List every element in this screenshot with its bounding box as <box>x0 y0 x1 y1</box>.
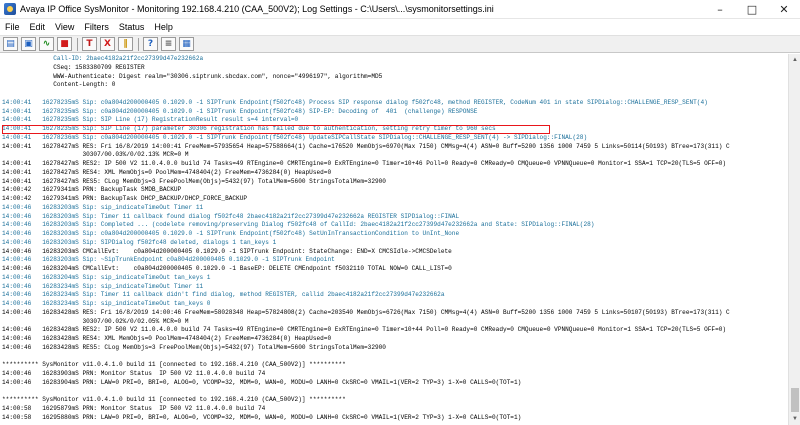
log-line: 14:00:46 16283903mS PRN: Monitor Status … <box>2 370 266 377</box>
save-icon[interactable]: ▣ <box>21 37 36 51</box>
log-line: CSeq: 1583380709 REGISTER <box>2 63 145 71</box>
log-line: 14:00:46 16283203mS Sip: Completed ... (… <box>2 221 595 229</box>
window-controls: – □ ✕ <box>704 0 800 19</box>
log-line: 30307/00.03%/0/02.13% MCR=0 M <box>2 151 189 159</box>
log-line: 14:00:46 16283203mS Sip: c0a804d20000040… <box>2 230 460 237</box>
log-line: 14:00:42 16279341mS PRN: BackupTask DHCP… <box>2 195 248 202</box>
window-title: Avaya IP Office SysMonitor - Monitoring … <box>20 4 494 14</box>
log-line: 14:00:46 16283428mS RES: Fri 16/8/2019 1… <box>2 308 730 316</box>
menu-filters[interactable]: Filters <box>79 22 114 32</box>
menu-help[interactable]: Help <box>149 22 178 32</box>
maximize-button[interactable]: □ <box>736 0 768 19</box>
log-line: 14:00:41 16278236mS Sip: c0a804d20000040… <box>2 133 588 141</box>
title-bar: Avaya IP Office SysMonitor - Monitoring … <box>0 0 800 19</box>
log-line: 14:00:41 16278235mS Sip: c0a804d20000040… <box>2 107 478 115</box>
close-button[interactable]: ✕ <box>768 0 800 19</box>
scroll-up-arrow-icon[interactable]: ▲ <box>789 54 800 66</box>
log-line: 14:00:46 16283203mS Sip: SIPDialog f502f… <box>2 238 277 246</box>
stop-icon[interactable]: ■ <box>57 37 72 51</box>
status-icon[interactable]: ▦ <box>179 37 194 51</box>
menu-edit[interactable]: Edit <box>25 22 51 32</box>
log-line: ********** SysMonitor v11.0.4.1.0 build … <box>2 396 346 404</box>
toolbar: ▤ ▣ ∿ ■ T X ‖? ≡ ▦ <box>0 35 800 53</box>
log-line: 14:00:46 16283203mS Sip: Timer 11 callba… <box>2 212 460 220</box>
log-line: 14:00:46 16283203mS Sip: ~SipTrunkEndpoi… <box>2 256 335 264</box>
log-line: WWW-Authenticate: Digest realm="30306.si… <box>2 72 383 80</box>
menu-status[interactable]: Status <box>114 22 150 32</box>
pause-icon[interactable]: ‖ <box>118 37 133 51</box>
sysmonitor-app-icon <box>4 3 16 15</box>
log-line: 14:00:41 16278235mS Sip: SIP Line (17) R… <box>2 116 299 124</box>
log-line: 14:00:46 16283203mS Sip: sip_indicateTim… <box>2 203 204 211</box>
log-line: 14:00:46 16283203mS CMCallEvt: c0a804d20… <box>2 247 452 255</box>
log-line: 30307/00.02%/0/02.05% MCR=0 M <box>2 317 189 325</box>
menu-bar: File Edit View Filters Status Help <box>0 19 800 35</box>
vertical-scrollbar[interactable]: ▲ ▼ <box>788 54 800 425</box>
log-line: 14:00:46 16283204mS CMCallEvt: c0a804d20… <box>2 265 452 272</box>
trace-icon[interactable]: ∿ <box>39 37 54 51</box>
filter-icon[interactable]: ≡ <box>161 37 176 51</box>
scrollbar-thumb[interactable] <box>791 388 799 412</box>
log-line: Content-Length: 0 <box>2 81 116 89</box>
log-line: 14:00:42 16279341mS PRN: BackupTask SMDB… <box>2 186 182 194</box>
log-line: 14:00:46 16283428mS RES5: CLog MemObjs=3… <box>2 343 386 351</box>
log-line: Call-ID: 2baec4182a21f2cc27399d47e232662… <box>2 55 204 62</box>
menu-file[interactable]: File <box>0 22 25 32</box>
log-line: 14:00:41 16278427mS RES5: CLog MemObjs=3… <box>2 177 386 185</box>
log-line: 14:00:46 16283234mS Sip: sip_indicateTim… <box>2 282 204 290</box>
toolbar-separator <box>138 37 139 51</box>
log-line: ********** SysMonitor v11.0.4.1.0 build … <box>2 361 346 369</box>
log-line: 14:00:46 16283904mS PRN: LAW=0 PRI=0, BR… <box>2 378 522 386</box>
log-line: 14:00:41 16278427mS RES4: XML MemObjs=0 … <box>2 168 332 176</box>
menu-view[interactable]: View <box>50 22 79 32</box>
scroll-down-arrow-icon[interactable]: ▼ <box>789 413 800 425</box>
log-line: 14:00:58 16295879mS PRN: Monitor Status … <box>2 405 266 412</box>
log-line: 14:00:46 16283428mS RES4: XML MemObjs=0 … <box>2 335 332 342</box>
log-line: 14:00:41 16278427mS RES2: IP 500 V2 11.0… <box>2 160 727 167</box>
toolbar-separator <box>77 37 78 51</box>
text-icon[interactable]: T <box>82 37 97 51</box>
open-icon[interactable]: ▤ <box>3 37 18 51</box>
log-output[interactable]: Call-ID: 2baec4182a21f2cc27399d47e232662… <box>2 54 788 425</box>
log-line: 14:00:41 16278235mS Sip: c0a804d20000040… <box>2 98 708 106</box>
log-line: 14:00:58 16295880mS PRN: LAW=0 PRI=0, BR… <box>2 413 522 421</box>
log-line: 14:00:46 16283428mS RES2: IP 500 V2 11.0… <box>2 326 727 334</box>
log-line: 14:00:46 16283234mS Sip: Timer 11 callba… <box>2 291 445 299</box>
log-line: 14:00:46 16283204mS Sip: sip_indicateTim… <box>2 273 211 281</box>
log-line: 14:00:41 16278427mS RES: Fri 16/8/2019 1… <box>2 142 730 150</box>
highlighted-log-line: 14:00:41 16278235mS Sip: SIP Line (17) p… <box>2 125 550 134</box>
log-line: 14:00:46 16283234mS Sip: sip_indicateTim… <box>2 300 211 307</box>
clear-icon[interactable]: X <box>100 37 115 51</box>
minimize-button[interactable]: – <box>704 0 736 19</box>
find-icon[interactable]: ? <box>143 37 158 51</box>
